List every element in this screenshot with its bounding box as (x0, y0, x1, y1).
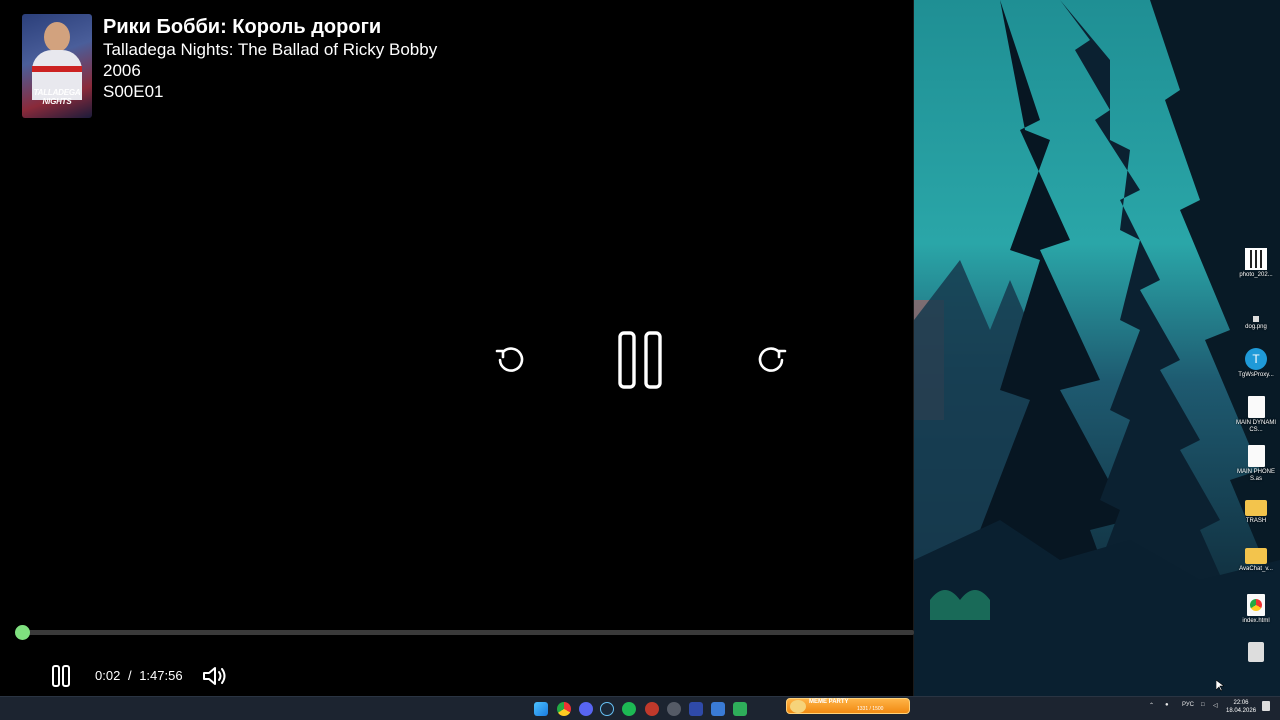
image-file-icon (1253, 316, 1259, 322)
movie-original-title: Talladega Nights: The Ballad of Ricky Bo… (103, 40, 438, 59)
desktop-icon-label: dog.png (1245, 324, 1267, 330)
app-taskbar-icon[interactable] (711, 702, 725, 716)
qr-image-icon (1245, 248, 1267, 270)
desktop-icon-label: TRASH (1245, 518, 1267, 524)
folder-icon (1245, 548, 1267, 564)
poster-figure-stripe (32, 66, 82, 72)
chevron-up-icon[interactable]: ⌃ (1149, 702, 1154, 709)
desktop-icon-avachat[interactable]: AvaChat_v... (1236, 544, 1276, 573)
pause-icon (618, 331, 662, 389)
language-indicator[interactable]: РУС (1182, 702, 1194, 708)
meme-widget-title: MEME PARTY (809, 699, 849, 705)
movie-title: Рики Бобби: Король дороги (103, 16, 382, 38)
poster-title: TALLADEGA NIGHTS (33, 88, 81, 106)
player-taskbar-icon[interactable] (689, 702, 703, 716)
desktop-icon-label: MAIN PHONES.as (1236, 469, 1275, 482)
meme-widget-count: 1331 / 1500 (857, 706, 884, 712)
movie-episode: S00E01 (103, 82, 164, 101)
desktop-icon-photo[interactable]: photo_202... (1236, 248, 1276, 279)
play-pause-button[interactable] (614, 330, 668, 390)
desktop-icon-dog[interactable]: dog.png (1236, 302, 1276, 331)
mouse-cursor-icon (1216, 680, 1224, 692)
total-duration: 1:47:56 (139, 668, 183, 683)
desktop-icon-trash[interactable]: TRASH (1236, 496, 1276, 525)
document-icon (1247, 396, 1265, 418)
seek-bar[interactable] (22, 630, 914, 635)
discord-taskbar-icon[interactable] (579, 702, 593, 716)
taskbar (0, 696, 1280, 720)
network-icon[interactable]: □ (1201, 702, 1205, 708)
desktop-icon-label: MAIN DYNAMICS... (1236, 420, 1277, 433)
time-display: 0:02 / 1:47:56 (95, 668, 183, 683)
desktop-icon-tgwsproxy[interactable]: T TgWsProxy... (1236, 348, 1276, 379)
steam-taskbar-icon[interactable] (600, 702, 614, 716)
volume-button[interactable] (201, 664, 229, 688)
time-separator: / (127, 668, 132, 683)
forward-icon (758, 347, 787, 372)
rewind-icon (495, 347, 524, 372)
seek-bar-thumb[interactable] (15, 625, 30, 640)
folder-icon (1245, 500, 1267, 516)
app-taskbar-icon[interactable] (645, 702, 659, 716)
app-taskbar-icon[interactable] (667, 702, 681, 716)
desktop-icon-index-html[interactable]: index.html (1236, 594, 1276, 625)
speaker-icon[interactable]: ◁ (1213, 702, 1218, 709)
current-time: 0:02 (95, 668, 121, 683)
chrome-taskbar-icon[interactable] (557, 702, 571, 716)
clock-date: 18.04.2026 (1226, 708, 1257, 714)
screen: photo_202... dog.png T TgWsProxy... MAIN… (0, 0, 1280, 720)
poster-figure-face (44, 22, 70, 52)
desktop-icon-label: photo_202... (1239, 272, 1273, 278)
app-taskbar-icon[interactable] (733, 702, 747, 716)
desktop-icon-label: index.html (1242, 618, 1270, 624)
movie-info: Рики Бобби: Король дороги Talladega Nigh… (103, 15, 437, 102)
taskbar-clock[interactable]: 22:06 18.04.2026 (1226, 699, 1256, 715)
app-icon (1248, 642, 1264, 662)
volume-icon (203, 667, 226, 685)
movie-year: 2006 (103, 61, 141, 80)
bottom-play-pause-button[interactable] (50, 664, 72, 688)
desktop-icon-main-phones[interactable]: MAIN PHONES.as (1236, 445, 1276, 483)
pause-icon (52, 665, 70, 687)
start-button[interactable] (534, 702, 548, 716)
spotify-taskbar-icon[interactable] (622, 702, 636, 716)
cat-icon (790, 700, 806, 713)
clock-time: 22:06 (1233, 700, 1249, 706)
chrome-file-icon (1247, 594, 1265, 616)
video-player[interactable]: TALLADEGA NIGHTS Рики Бобби: Король доро… (0, 0, 914, 696)
microphone-icon[interactable]: ● (1165, 702, 1169, 708)
forward-button[interactable] (749, 336, 795, 382)
document-icon (1247, 445, 1265, 467)
notification-icon[interactable] (1262, 701, 1270, 711)
telegram-app-icon: T (1245, 348, 1267, 370)
rewind-button[interactable] (487, 336, 533, 382)
desktop-icon-app[interactable] (1236, 642, 1276, 664)
desktop-icon-label: TgWsProxy... (1238, 372, 1274, 378)
desktop-icon-main-dynamics[interactable]: MAIN DYNAMICS... (1236, 396, 1276, 434)
meme-party-widget[interactable]: MEME PARTY 1331 / 1500 (786, 698, 910, 714)
movie-poster: TALLADEGA NIGHTS (22, 14, 92, 118)
desktop-icon-label: AvaChat_v... (1239, 566, 1273, 572)
